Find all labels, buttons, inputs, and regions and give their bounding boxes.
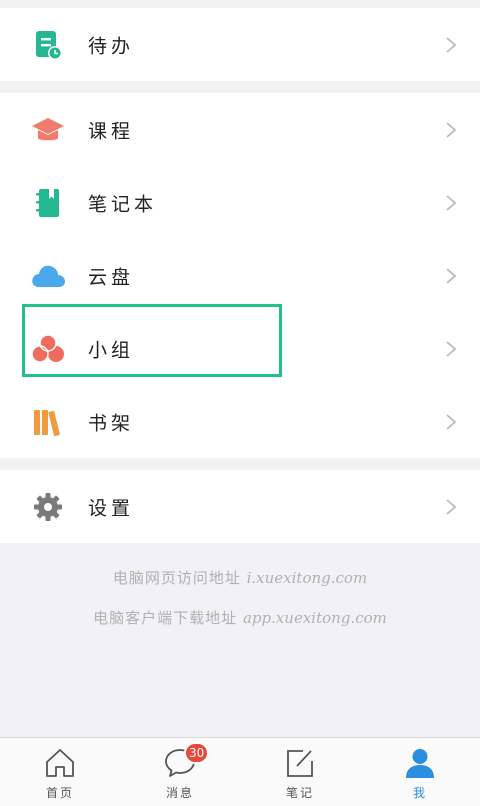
group-circles-icon [30,331,66,367]
tab-label: 首页 [45,786,74,800]
menu-item-bookshelf[interactable]: 书架 [0,385,480,458]
menu-group-main: 课程 笔记本 云盘 小组 书架 [0,93,480,458]
client-address-line: 电脑客户端下载地址 app.xuexitong.com [0,598,480,638]
menu-item-label: 云盘 [88,266,135,288]
tab-bar: 首页 30 消息 笔记 我 [0,737,480,806]
chevron-right-icon [446,498,457,515]
chevron-right-icon [446,267,457,284]
cloud-icon [30,258,66,294]
tab-label: 笔记 [285,786,314,800]
unread-badge: 30 [184,742,210,764]
menu-group-todo: 待办 [0,8,480,81]
top-strip [0,0,480,8]
web-address-url[interactable]: i.xuexitong.com [247,569,368,587]
tab-home[interactable]: 首页 [0,738,120,806]
section-gap [0,458,480,470]
client-address-label: 电脑客户端下载地址 [93,609,238,627]
section-gap [0,81,480,93]
menu-item-notebook[interactable]: 笔记本 [0,166,480,239]
menu-item-label: 课程 [88,120,135,142]
menu-item-label: 待办 [88,35,135,57]
home-icon [46,749,74,777]
menu-item-settings[interactable]: 设置 [0,470,480,543]
menu-item-todo[interactable]: 待办 [0,8,480,81]
menu-item-label: 笔记本 [88,193,158,215]
chevron-right-icon [446,121,457,138]
client-address-url[interactable]: app.xuexitong.com [243,609,387,627]
menu-item-course[interactable]: 课程 [0,93,480,166]
chevron-right-icon [446,340,457,357]
tab-label: 消息 [165,786,194,800]
menu-item-group[interactable]: 小组 [0,312,480,385]
graduation-cap-icon [30,112,66,148]
tab-label: 我 [412,786,427,800]
tab-me[interactable]: 我 [360,738,480,806]
web-address-label: 电脑网页访问地址 [112,569,241,587]
menu-group-settings: 设置 [0,470,480,543]
person-icon [406,749,434,778]
note-edit-icon [287,750,313,777]
web-address-line: 电脑网页访问地址 i.xuexitong.com [0,558,480,598]
footer-info: 电脑网页访问地址 i.xuexitong.com 电脑客户端下载地址 app.x… [0,558,480,638]
menu-item-cloud[interactable]: 云盘 [0,239,480,312]
gear-icon [30,489,66,525]
chevron-right-icon [446,413,457,430]
chevron-right-icon [446,194,457,211]
menu-item-label: 小组 [88,339,135,361]
tab-messages[interactable]: 30 消息 [120,738,240,806]
tab-notes[interactable]: 笔记 [240,738,360,806]
menu-item-label: 设置 [88,497,135,519]
bookshelf-icon [30,404,66,440]
notebook-icon [30,185,66,221]
menu-item-label: 书架 [88,412,135,434]
chevron-right-icon [446,36,457,53]
todo-clock-icon [30,27,66,63]
